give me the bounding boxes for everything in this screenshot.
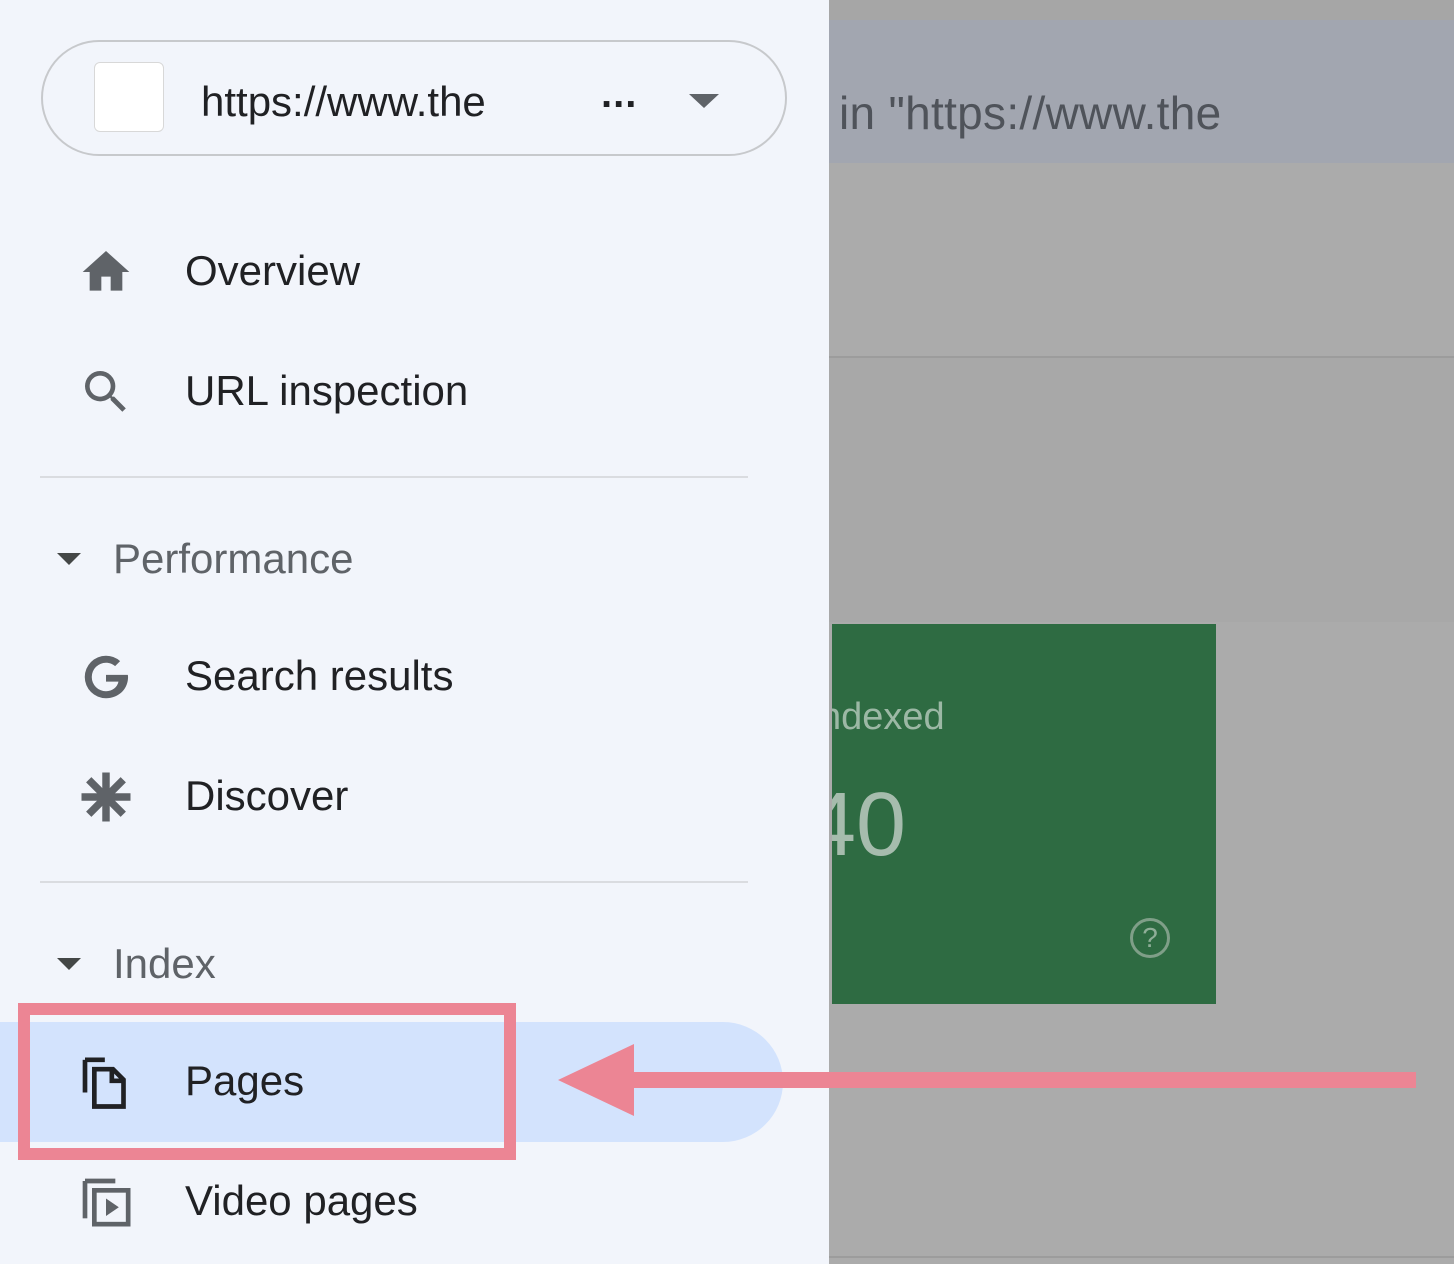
indexed-card-value: 40	[832, 775, 907, 875]
annotation-highlight-box	[18, 1003, 516, 1160]
sidebar-item-url-inspection[interactable]: URL inspection	[0, 332, 800, 452]
caret-down-icon	[57, 553, 81, 565]
section-performance[interactable]: Performance	[0, 517, 800, 597]
google-g-icon	[84, 655, 129, 699]
sidebar-divider	[40, 476, 748, 478]
caret-down-icon	[57, 958, 81, 970]
sidebar-item-search-results[interactable]: Search results	[0, 617, 800, 737]
main-panel	[829, 358, 1454, 622]
search-icon	[85, 371, 126, 412]
home-icon	[82, 251, 130, 291]
top-strip	[829, 0, 1454, 20]
property-favicon	[94, 62, 164, 132]
video-pages-icon	[82, 1178, 131, 1227]
section-index[interactable]: Index	[0, 922, 800, 1002]
help-icon[interactable]: ?	[1130, 918, 1170, 958]
indexed-card-label: ndexed	[832, 696, 945, 738]
section-performance-label: Performance	[113, 535, 354, 582]
sidebar-item-discover[interactable]: Discover	[0, 737, 800, 857]
asterisk-icon	[81, 772, 131, 822]
sidebar-item-video-pages[interactable]: Video pages	[0, 1142, 800, 1262]
sidebar-item-label: Search results	[185, 652, 454, 699]
sidebar-item-label: Video pages	[185, 1177, 418, 1224]
sidebar-item-overview[interactable]: Overview	[0, 212, 800, 332]
sidebar-divider	[40, 881, 748, 883]
sidebar-item-label: Discover	[185, 772, 349, 819]
main-divider-bottom	[829, 1256, 1454, 1258]
search-bar-text: in "https://www.the	[839, 87, 1222, 139]
sidebar-item-label: URL inspection	[185, 367, 469, 414]
sidebar-item-label: Overview	[185, 247, 361, 294]
property-ellipsis: ...	[601, 72, 638, 116]
annotation-arrow	[558, 1044, 1416, 1116]
indexed-pages-card[interactable]: ndexed 40 ?	[832, 624, 1216, 1004]
section-index-label: Index	[113, 940, 216, 987]
property-url: https://www.the	[201, 78, 486, 125]
search-bar[interactable]: in "https://www.the	[829, 20, 1454, 163]
property-selector[interactable]: https://www.the ...	[41, 40, 787, 156]
chevron-down-icon[interactable]	[689, 94, 719, 108]
